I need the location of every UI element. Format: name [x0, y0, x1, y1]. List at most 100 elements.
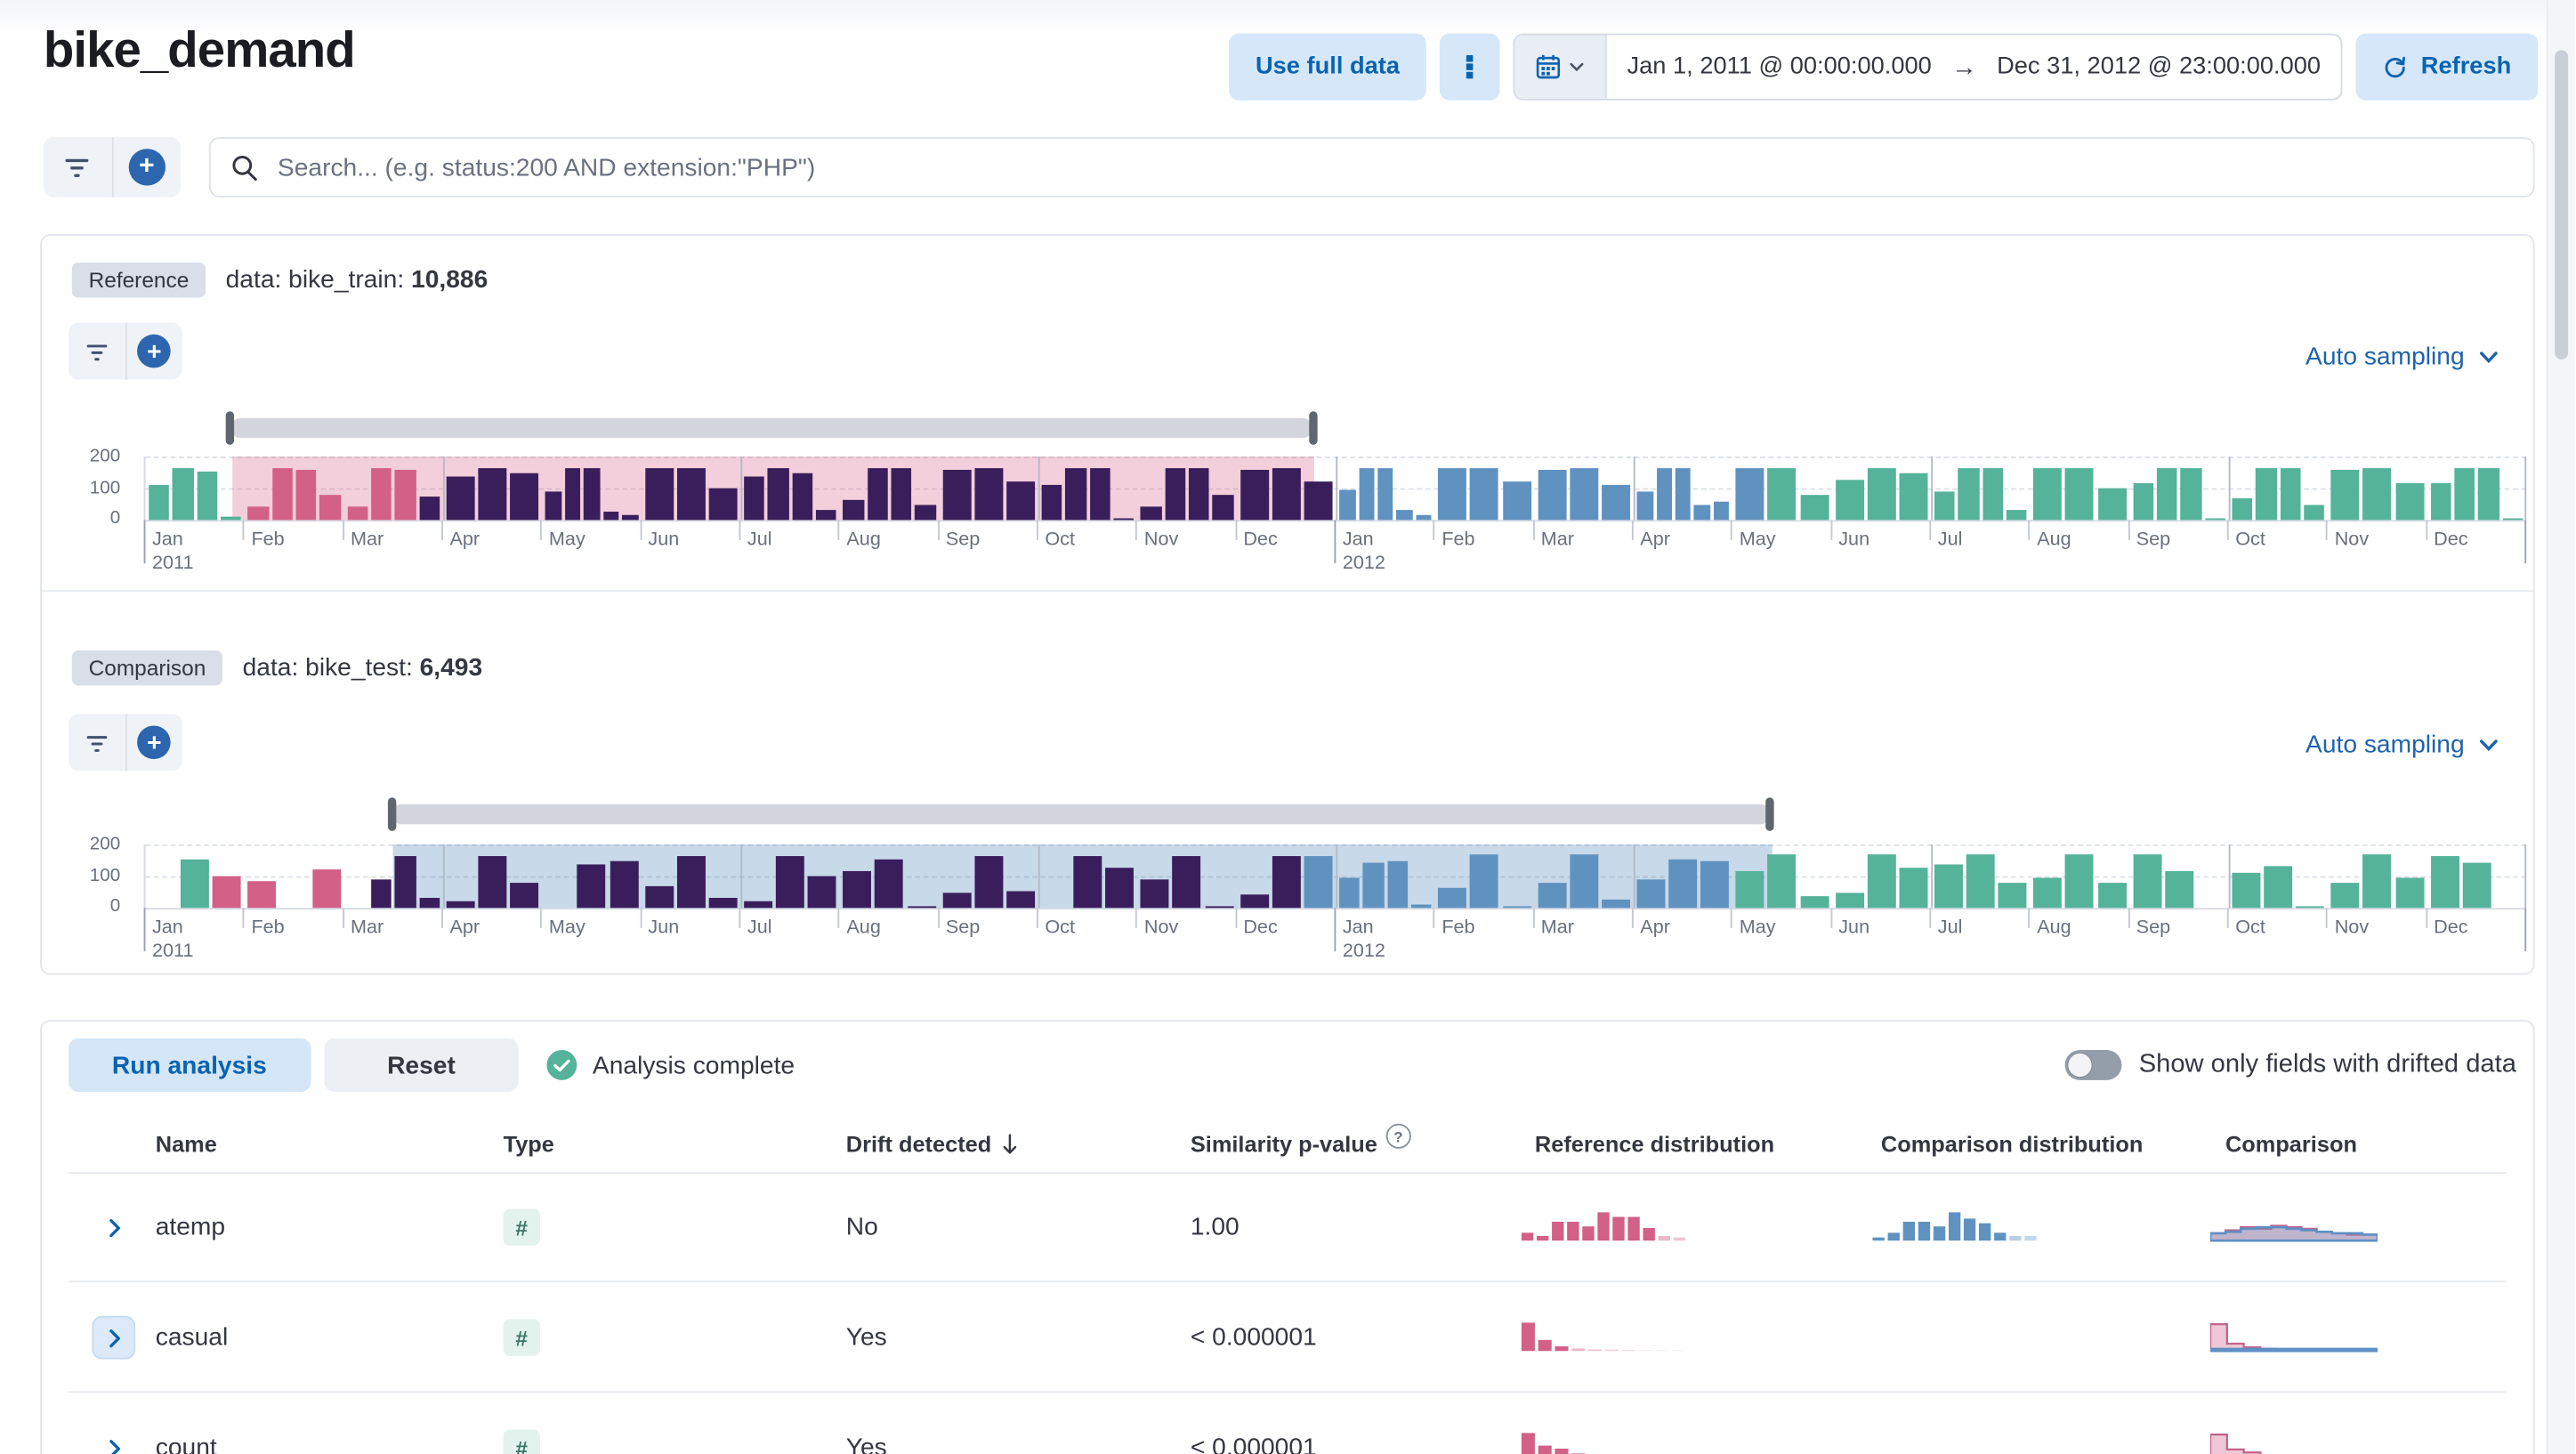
comparison-add-filter-button[interactable]: + [124, 714, 182, 771]
scrollbar-thumb[interactable] [2555, 50, 2569, 359]
month-label: Feb [1441, 917, 1475, 939]
histogram-bar [1470, 467, 1499, 521]
histogram-bar [1835, 479, 1864, 521]
expand-row-button[interactable] [92, 1315, 136, 1360]
expand-row-button[interactable] [92, 1206, 135, 1249]
chevron-down-icon [2478, 734, 2499, 755]
histogram-bar [1272, 467, 1301, 521]
reset-button[interactable]: Reset [323, 1038, 520, 1092]
month-label: Jun [648, 917, 680, 939]
month-label: Mar [1540, 529, 1575, 551]
histogram-bar [2164, 870, 2194, 909]
table-row-count: count # Yes < 0.000001 [42, 1393, 2533, 1454]
table-row-atemp: atemp # No 1.00 [42, 1172, 2533, 1283]
histogram-bar [1073, 856, 1102, 909]
expand-row-button[interactable] [92, 1426, 135, 1454]
reference-add-filter-button[interactable]: + [124, 322, 182, 380]
reference-filter-button[interactable] [69, 323, 125, 380]
histogram-bar [221, 516, 242, 521]
month-label: Dec [2434, 529, 2468, 551]
calendar-icon [1535, 53, 1562, 80]
comparison-distribution-cell [1871, 1212, 2039, 1242]
histogram-bar [1041, 484, 1062, 521]
reference-distribution-cell [1520, 1322, 1687, 1353]
histogram-bar [644, 886, 674, 909]
histogram-bar [875, 859, 904, 909]
run-analysis-button[interactable]: Run analysis [69, 1038, 311, 1092]
histogram-bar [1867, 853, 1896, 909]
month-label: Oct [1045, 917, 1075, 939]
date-range-picker: Jan 1, 2011 @ 00:00:00.000 → Dec 31, 201… [1513, 33, 2343, 101]
field-type-cell: # [503, 1319, 540, 1356]
histogram-bar [2133, 483, 2154, 521]
y-axis-label: 0 [109, 508, 121, 529]
month-label: Feb [251, 917, 285, 939]
search-input[interactable] [274, 151, 2514, 183]
histogram-bar [1538, 469, 1567, 521]
use-full-data-button[interactable]: Use full data [1228, 33, 1427, 101]
histogram-bar [2006, 510, 2027, 521]
comparison-distribution-chart [1872, 1212, 2037, 1241]
histogram-bar [2304, 504, 2325, 521]
month-label: Sep [945, 917, 981, 939]
histogram-bar [1867, 467, 1896, 521]
field-name: count [155, 1434, 217, 1454]
reference-header: Reference data: bike_train: 10,886 [71, 263, 489, 298]
histogram-bar [768, 467, 789, 521]
comparison-overlay-chart [2210, 1323, 2378, 1353]
brush-track[interactable] [230, 417, 1313, 439]
reference-distribution-cell [1520, 1433, 1687, 1454]
brush-track[interactable] [391, 804, 1771, 825]
month-label: Mar [350, 529, 384, 551]
header-drift-detected[interactable]: Drift detected [846, 1132, 1020, 1157]
histogram-bar [2065, 853, 2095, 909]
refresh-button[interactable]: Refresh [2355, 33, 2539, 101]
data-comparison-panel: Reference data: bike_train: 10,886 + Aut… [40, 234, 2535, 975]
month-label: Sep [2136, 529, 2171, 551]
histogram-bar [2394, 877, 2424, 909]
field-type-cell: # [503, 1208, 540, 1246]
numeric-type-badge: # [503, 1319, 540, 1356]
month-label: May [1739, 529, 1776, 551]
date-quick-select-button[interactable] [1514, 35, 1607, 99]
brush-handle-end[interactable] [1765, 797, 1774, 831]
histogram-bar [577, 864, 607, 909]
histogram-bar [2264, 866, 2293, 909]
brush-handle-end[interactable] [1308, 411, 1318, 445]
histogram-bar [1934, 865, 1964, 909]
add-filter-button[interactable]: + [110, 137, 181, 198]
histogram-bar [2133, 853, 2162, 909]
histogram-bar [1899, 473, 1928, 521]
month-label: Oct [2235, 917, 2265, 939]
date-start-field[interactable]: Jan 1, 2011 @ 00:00:00.000 [1607, 35, 1951, 98]
histogram-bar [173, 468, 194, 521]
histogram-bar [807, 876, 837, 909]
date-end-field[interactable]: Dec 31, 2012 @ 23:00:00.000 [1977, 35, 2341, 98]
page-title: bike_demand [43, 23, 356, 79]
month-label: Jul [747, 917, 772, 939]
comparison-overlay-chart [2210, 1224, 2378, 1242]
help-icon: ? [1385, 1123, 1411, 1149]
table-row-casual: casual # Yes < 0.000001 [42, 1282, 2533, 1393]
histogram-bar [371, 467, 392, 521]
page-scrollbar [2546, 0, 2575, 1454]
month-label: Jan 2012 [1342, 917, 1385, 963]
p-value: 1.00 [1190, 1213, 1240, 1242]
comparison-filter-button[interactable] [69, 714, 125, 771]
reference-data-label: data: bike_train: 10,886 [226, 266, 489, 295]
histogram-bar [2454, 467, 2475, 521]
brush-handle-start[interactable] [387, 797, 396, 831]
comparison-brush [144, 795, 2525, 835]
comparison-sampling-menu[interactable]: Auto sampling [2305, 731, 2499, 759]
histogram-bar [1470, 854, 1499, 909]
histogram-bar [1601, 485, 1630, 521]
query-menu-button[interactable] [1440, 33, 1500, 101]
reference-sampling-menu[interactable]: Auto sampling [2305, 343, 2499, 371]
show-drifted-toggle[interactable] [2065, 1050, 2122, 1080]
histogram-bar [2502, 517, 2524, 521]
histogram-bar [744, 901, 773, 909]
month-label: Jun [648, 529, 680, 551]
comparison-overlay-cell [2210, 1433, 2378, 1454]
brush-handle-start[interactable] [226, 411, 235, 445]
filter-menu-button[interactable] [44, 137, 111, 198]
